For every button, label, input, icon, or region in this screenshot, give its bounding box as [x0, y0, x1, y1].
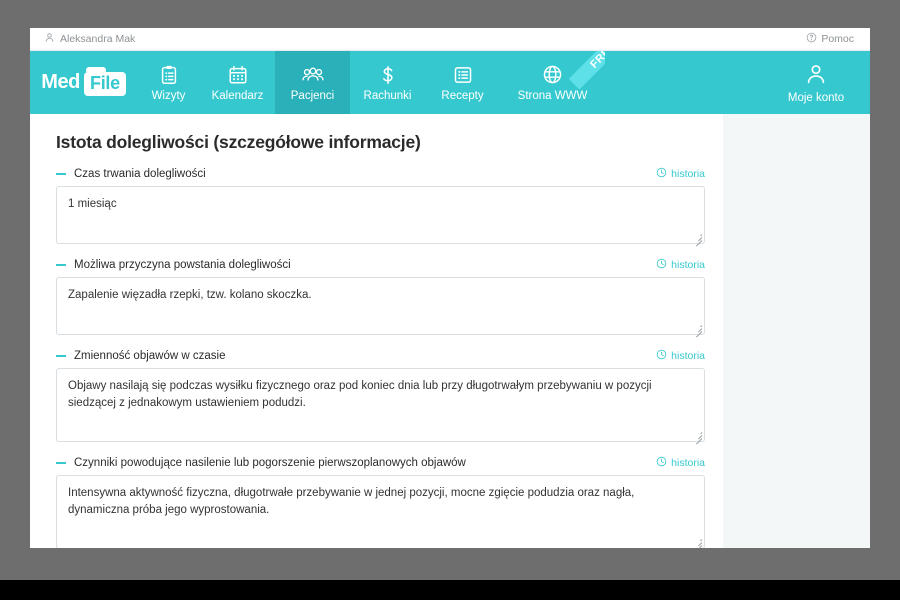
- nav-label: Kalendarz: [211, 89, 264, 102]
- nav-label: Rachunki: [363, 89, 412, 102]
- brand-logo[interactable]: Med File: [30, 51, 137, 114]
- field-textarea[interactable]: 1 miesiąc: [56, 186, 705, 247]
- brand-name-file: File: [90, 73, 120, 93]
- field-value: Zapalenie więzadła rzepki, tzw. kolano s…: [68, 289, 312, 301]
- nav-label: Wizyty: [151, 89, 186, 102]
- calendar-icon: [227, 64, 249, 86]
- field-label-group: Czynniki powodujące nasilenie lub pogors…: [56, 457, 466, 469]
- clipboard-icon: [158, 64, 180, 86]
- minus-icon[interactable]: [56, 462, 66, 464]
- field-label-group: Zmienność objawów w czasie: [56, 350, 225, 362]
- nav-label: Strona WWW: [517, 90, 588, 102]
- current-user[interactable]: Aleksandra Mak: [44, 32, 135, 46]
- help-link[interactable]: Pomoc: [806, 32, 854, 46]
- nav-item-strona-www[interactable]: Strona WWW FREE: [500, 51, 605, 114]
- nav-item-wizyty[interactable]: Wizyty: [137, 51, 200, 114]
- clock-icon: [656, 258, 667, 272]
- minus-icon[interactable]: [56, 264, 66, 266]
- minus-icon[interactable]: [56, 173, 66, 175]
- field-label: Zmienność objawów w czasie: [74, 350, 226, 362]
- page-body: Istota dolegliwości (szczegółowe informa…: [30, 114, 870, 548]
- minus-icon[interactable]: [56, 355, 66, 357]
- history-link[interactable]: historia: [656, 258, 705, 272]
- clock-icon: [656, 456, 667, 470]
- nav-item-kalendarz[interactable]: Kalendarz: [200, 51, 275, 114]
- globe-icon: [541, 63, 564, 86]
- history-label: historia: [671, 168, 705, 180]
- field-label: Możliwa przyczyna powstania dolegliwości: [74, 259, 291, 271]
- field-label: Czas trwania dolegliwości: [74, 168, 206, 180]
- field-header: Czas trwania dolegliwości historia: [56, 167, 705, 186]
- dollar-icon: [377, 64, 399, 86]
- user-icon: [804, 62, 828, 89]
- field-header: Możliwa przyczyna powstania dolegliwości…: [56, 258, 705, 277]
- field-textarea[interactable]: Zapalenie więzadła rzepki, tzw. kolano s…: [56, 277, 705, 338]
- main-navigation: Med File Wizyty Kalendarz Pacjenci Rachu…: [30, 51, 870, 114]
- person-icon: [44, 32, 55, 46]
- field-value: Intensywna aktywność fizyczna, długotrwa…: [68, 487, 638, 516]
- brand-name-med: Med: [41, 71, 80, 93]
- content-panel: Istota dolegliwości (szczegółowe informa…: [30, 114, 723, 548]
- field-czas-trwania: Czas trwania dolegliwości historia 1 mie…: [56, 153, 705, 247]
- top-utility-bar: Aleksandra Mak Pomoc: [30, 28, 870, 51]
- desktop-frame: Aleksandra Mak Pomoc Med File Wizyty Kal…: [0, 0, 900, 580]
- field-czynniki-nasilenie: Czynniki powodujące nasilenie lub pogors…: [56, 442, 705, 548]
- history-label: historia: [671, 350, 705, 362]
- field-textarea[interactable]: Intensywna aktywność fizyczna, długotrwa…: [56, 475, 705, 548]
- people-icon: [301, 64, 325, 86]
- current-user-name: Aleksandra Mak: [60, 33, 136, 45]
- list-icon: [452, 64, 474, 86]
- nav-label: Pacjenci: [290, 89, 335, 102]
- field-value: Objawy nasilają się podczas wysiłku fizy…: [68, 380, 655, 409]
- field-header: Czynniki powodujące nasilenie lub pogors…: [56, 456, 705, 475]
- history-link[interactable]: historia: [656, 456, 705, 470]
- nav-item-rachunki[interactable]: Rachunki: [350, 51, 425, 114]
- my-account-button[interactable]: Moje konto: [762, 51, 870, 114]
- clock-icon: [656, 167, 667, 181]
- history-link[interactable]: historia: [656, 349, 705, 363]
- history-label: historia: [671, 259, 705, 271]
- app-canvas: Aleksandra Mak Pomoc Med File Wizyty Kal…: [30, 28, 870, 548]
- field-header: Zmienność objawów w czasie historia: [56, 349, 705, 368]
- field-textarea[interactable]: Objawy nasilają się podczas wysiłku fizy…: [56, 368, 705, 445]
- nav-item-recepty[interactable]: Recepty: [425, 51, 500, 114]
- help-label: Pomoc: [821, 33, 854, 45]
- field-label: Czynniki powodujące nasilenie lub pogors…: [74, 457, 466, 469]
- field-zmiennosc-objawow: Zmienność objawów w czasie historia Obja…: [56, 335, 705, 445]
- bottom-strip: [0, 580, 900, 600]
- clock-icon: [656, 349, 667, 363]
- history-link[interactable]: historia: [656, 167, 705, 181]
- field-value: 1 miesiąc: [68, 198, 117, 210]
- page-title: Istota dolegliwości (szczegółowe informa…: [56, 132, 421, 152]
- history-label: historia: [671, 457, 705, 469]
- field-mozliwa-przyczyna: Możliwa przyczyna powstania dolegliwości…: [56, 244, 705, 338]
- free-badge: FREE: [568, 51, 605, 90]
- field-label-group: Czas trwania dolegliwości: [56, 168, 206, 180]
- brand-file-folder: File: [84, 67, 126, 96]
- question-circle-icon: [806, 32, 817, 46]
- field-label-group: Możliwa przyczyna powstania dolegliwości: [56, 259, 291, 271]
- nav-label: Recepty: [441, 89, 484, 102]
- nav-item-pacjenci[interactable]: Pacjenci: [275, 51, 350, 114]
- my-account-label: Moje konto: [787, 91, 845, 104]
